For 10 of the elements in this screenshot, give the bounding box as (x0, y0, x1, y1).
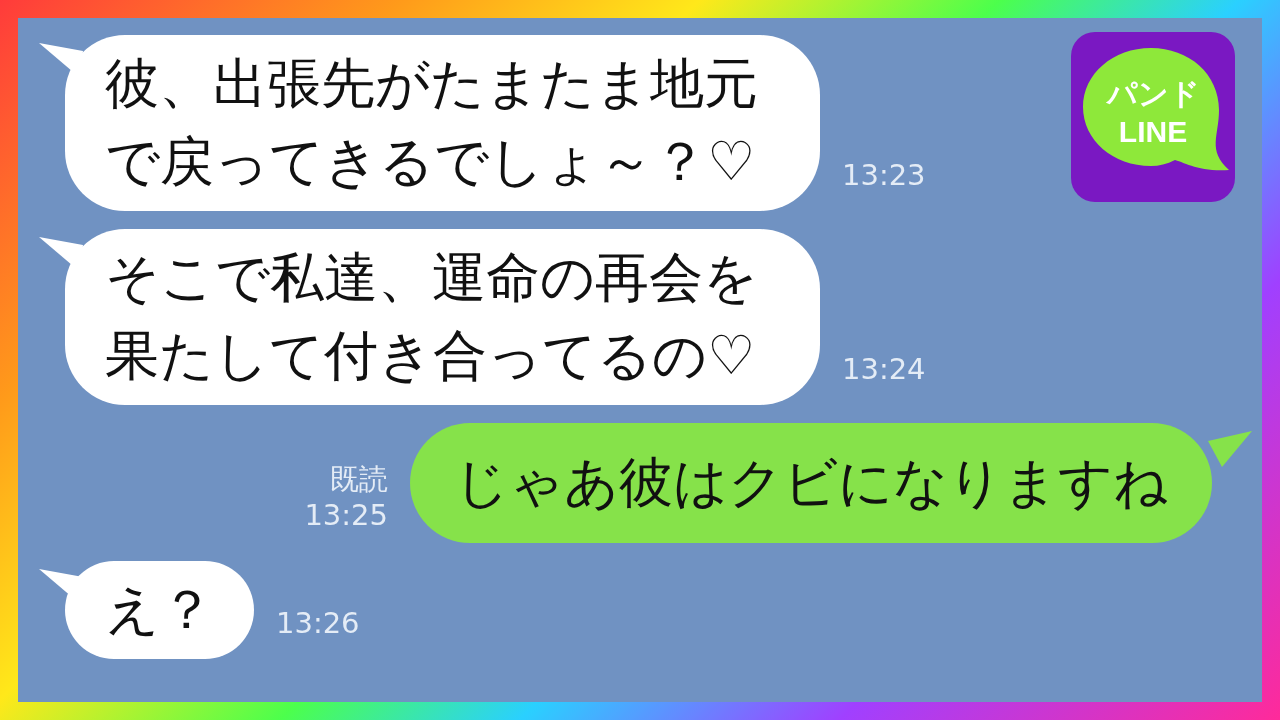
read-receipt: 既読 (330, 461, 388, 497)
message-time: 13:23 (842, 157, 926, 193)
message-bubble: じゃあ彼はクビになりますね (410, 423, 1212, 543)
message-time: 13:24 (842, 351, 926, 387)
message-bubble: え？ (65, 561, 254, 659)
message-bubble: そこで私達、運命の再会を果たして付き合ってるの♡ (65, 229, 820, 405)
logo-text: パンド LINE (1106, 76, 1200, 150)
message-time: 13:25 (304, 497, 388, 533)
message-time: 13:26 (276, 605, 360, 641)
message-bubble: 彼、出張先がたまたま地元で戻ってきるでしょ～？♡ (65, 35, 820, 211)
